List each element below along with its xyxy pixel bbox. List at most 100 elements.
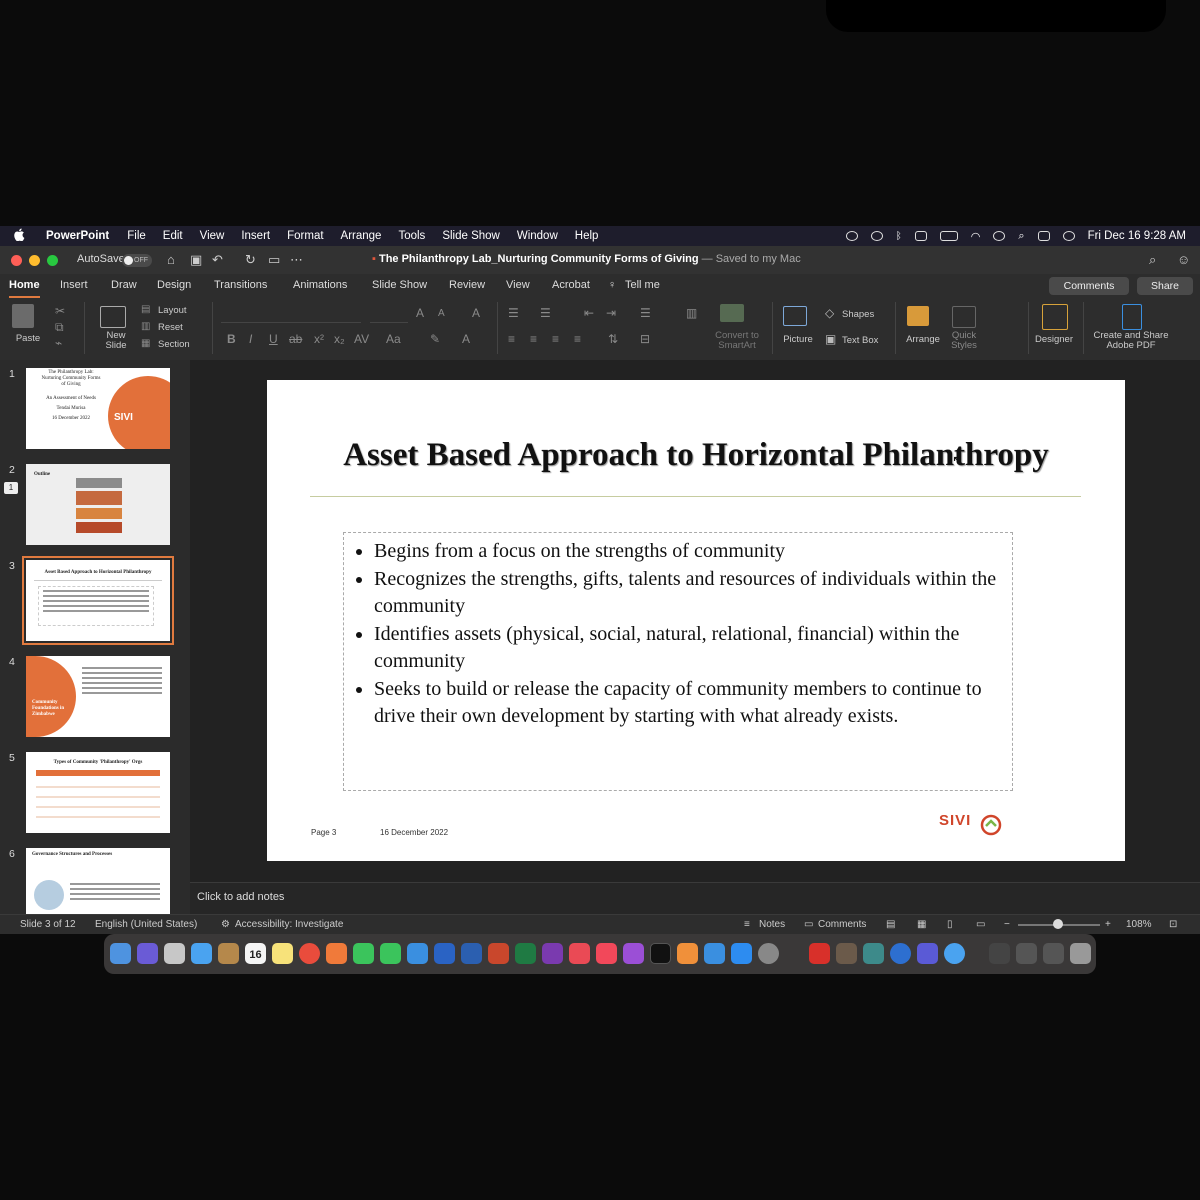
increase-font-icon[interactable]: A <box>416 306 424 320</box>
system-preferences-icon[interactable] <box>758 943 779 964</box>
notes-app-icon[interactable] <box>272 943 293 964</box>
slide-editing-area[interactable]: Asset Based Approach to Horizontal Phila… <box>190 360 1200 882</box>
menu-window[interactable]: Window <box>517 230 558 242</box>
menu-insert[interactable]: Insert <box>241 230 270 242</box>
columns-icon[interactable]: ▥ <box>686 306 697 320</box>
section-button[interactable]: Section <box>158 340 190 350</box>
apple-icon[interactable] <box>14 228 28 244</box>
share-button[interactable]: Share <box>1137 277 1193 295</box>
autosave-toggle[interactable]: OFF <box>122 254 152 267</box>
new-document-icon[interactable]: ▭ <box>268 253 280 266</box>
character-spacing-icon[interactable]: AV <box>354 332 369 346</box>
tab-transitions[interactable]: Transitions <box>214 279 267 291</box>
slide-thumbnail-2[interactable]: Outline <box>26 464 170 545</box>
tab-slide-show[interactable]: Slide Show <box>372 279 427 291</box>
zoom-in-icon[interactable]: + <box>1105 919 1111 930</box>
recent-window-icon[interactable] <box>1043 943 1064 964</box>
bullet-item[interactable]: Identifies assets (physical, social, nat… <box>374 621 1012 676</box>
reading-view-icon[interactable]: ▯ <box>947 919 953 930</box>
copy-icon[interactable]: ⧉ <box>55 320 64 335</box>
spotlight-icon[interactable]: ⌕ <box>1018 230 1024 243</box>
messages-icon[interactable] <box>353 943 374 964</box>
photos-icon[interactable] <box>326 943 347 964</box>
picture-button[interactable]: Picture <box>778 335 818 345</box>
smartart-icon[interactable] <box>720 304 744 322</box>
menu-edit[interactable]: Edit <box>163 230 183 242</box>
onenote-icon[interactable] <box>542 943 563 964</box>
bold-icon[interactable]: B <box>227 332 236 346</box>
numbering-icon[interactable]: ☰ <box>540 306 551 320</box>
redo-icon[interactable]: ↻ <box>245 253 256 266</box>
text-box-button[interactable]: Text Box <box>842 336 878 346</box>
reset-button[interactable]: Reset <box>158 323 183 333</box>
current-slide[interactable]: Asset Based Approach to Horizontal Phila… <box>267 380 1125 861</box>
quick-styles-button[interactable]: Quick Styles <box>944 331 984 351</box>
menu-help[interactable]: Help <box>575 230 599 242</box>
minimize-window-button[interactable] <box>29 255 40 266</box>
outlook-icon[interactable] <box>434 943 455 964</box>
tab-home[interactable]: Home <box>9 279 40 298</box>
calendar-icon[interactable]: 16 <box>245 943 266 964</box>
superscript-icon[interactable]: x² <box>314 332 324 346</box>
language-indicator[interactable]: English (United States) <box>95 919 197 930</box>
bullets-icon[interactable]: ☰ <box>508 306 519 320</box>
zoom-client-icon[interactable] <box>890 943 911 964</box>
more-options-icon[interactable]: ⋯ <box>290 253 303 266</box>
finder-icon[interactable] <box>110 943 131 964</box>
designer-icon[interactable] <box>1042 304 1068 330</box>
arrange-icon[interactable] <box>907 306 929 326</box>
menu-file[interactable]: File <box>127 230 146 242</box>
trash-icon[interactable] <box>1070 943 1091 964</box>
notes-pane[interactable]: Click to add notes <box>190 882 1200 915</box>
bullet-item[interactable]: Begins from a focus on the strengths of … <box>374 538 1012 566</box>
tab-design[interactable]: Design <box>157 279 191 291</box>
undo-icon[interactable]: ↶ <box>212 253 223 266</box>
menu-arrange[interactable]: Arrange <box>341 230 382 242</box>
app-store-icon[interactable] <box>704 943 725 964</box>
arrange-button[interactable]: Arrange <box>902 335 944 345</box>
powerpoint-icon[interactable] <box>488 943 509 964</box>
subscript-icon[interactable]: x₂ <box>334 332 345 346</box>
format-painter-icon[interactable]: ⌁ <box>55 336 62 350</box>
designer-button[interactable]: Designer <box>1032 335 1076 345</box>
save-icon[interactable]: ▣ <box>190 253 202 266</box>
chrome-icon[interactable] <box>299 943 320 964</box>
home-icon[interactable]: ⌂ <box>167 253 175 266</box>
news-icon[interactable] <box>569 943 590 964</box>
line-spacing-icon[interactable]: ☰ <box>640 306 651 320</box>
teams-icon[interactable] <box>917 943 938 964</box>
tab-review[interactable]: Review <box>449 279 485 291</box>
slide-thumbnail-pane[interactable]: 1 The Philanthropy Lab: Nurturing Commun… <box>0 360 190 914</box>
font-family-dropdown[interactable] <box>221 306 361 323</box>
menu-view[interactable]: View <box>200 230 225 242</box>
creative-cloud-icon[interactable] <box>845 231 858 241</box>
close-window-button[interactable] <box>11 255 22 266</box>
font-size-dropdown[interactable] <box>370 306 408 323</box>
tab-acrobat[interactable]: Acrobat <box>552 279 590 291</box>
adobe-pdf-icon[interactable] <box>1122 304 1142 330</box>
mail-icon[interactable] <box>191 943 212 964</box>
menubar-clock[interactable]: Fri Dec 16 9:28 AM <box>1088 230 1186 242</box>
word-icon[interactable] <box>461 943 482 964</box>
zoom-status-icon[interactable] <box>870 231 883 241</box>
facetime-icon[interactable] <box>380 943 401 964</box>
new-slide-icon[interactable] <box>100 306 126 328</box>
music-icon[interactable] <box>596 943 617 964</box>
bullet-item[interactable]: Recognizes the strengths, gifts, talents… <box>374 566 1012 621</box>
menu-app-name[interactable]: PowerPoint <box>46 230 109 242</box>
change-case-icon[interactable]: Aa <box>386 332 401 346</box>
recent-window-icon[interactable] <box>1016 943 1037 964</box>
search-icon[interactable]: ⌕ <box>1149 253 1156 266</box>
siri-app-icon[interactable] <box>137 943 158 964</box>
new-slide-button[interactable]: New Slide <box>96 331 136 351</box>
tab-animations[interactable]: Animations <box>293 279 347 291</box>
create-share-pdf-button[interactable]: Create and Share Adobe PDF <box>1088 331 1174 351</box>
text-direction-icon[interactable]: ⇅ <box>608 332 618 346</box>
apple-tv-icon[interactable] <box>650 943 671 964</box>
shapes-button[interactable]: Shapes <box>842 310 874 320</box>
menu-format[interactable]: Format <box>287 230 323 242</box>
picture-icon[interactable] <box>783 306 807 326</box>
comments-button[interactable]: Comments <box>1049 277 1129 295</box>
comment-badge[interactable]: 1 <box>4 482 18 494</box>
tab-draw[interactable]: Draw <box>111 279 137 291</box>
